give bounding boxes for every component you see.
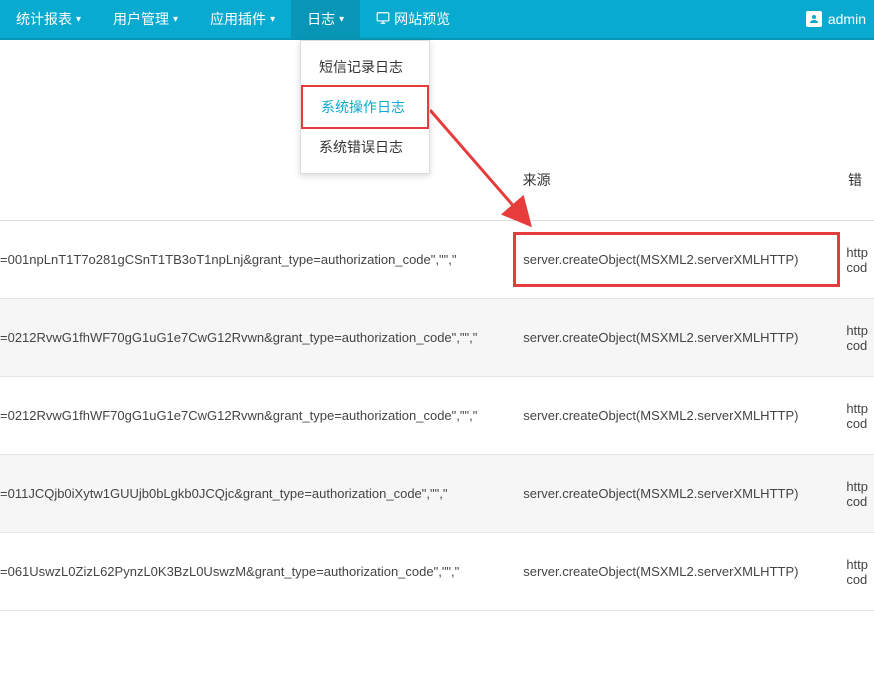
top-navbar: 统计报表 ▾ 用户管理 ▾ 应用插件 ▾ 日志 ▾ 网站预览 admin bbox=[0, 0, 874, 40]
dropdown-system-error-log[interactable]: 系统错误日志 bbox=[301, 127, 429, 167]
nav-site-preview[interactable]: 网站预览 bbox=[360, 0, 466, 39]
nav-logs[interactable]: 日志 ▾ bbox=[291, 0, 360, 39]
caret-down-icon: ▾ bbox=[339, 14, 344, 25]
table-row: =0212RvwG1fhWF70gG1uG1e7CwG12Rvwn&grant_… bbox=[0, 299, 874, 377]
cell-source: server.createObject(MSXML2.serverXMLHTTP… bbox=[513, 232, 840, 287]
cell-request: =0212RvwG1fhWF70gG1uG1e7CwG12Rvwn&grant_… bbox=[0, 310, 513, 365]
table-header-source: 来源 bbox=[511, 140, 836, 220]
cell-source: server.createObject(MSXML2.serverXMLHTTP… bbox=[513, 310, 840, 365]
caret-down-icon: ▾ bbox=[270, 14, 275, 25]
caret-down-icon: ▾ bbox=[173, 14, 178, 25]
cell-error: http cod bbox=[840, 537, 874, 607]
nav-label: 统计报表 bbox=[16, 9, 72, 29]
table-row: =061UswzL0ZizL62PynzL0K3BzL0UswzM&grant_… bbox=[0, 533, 874, 611]
table-row: =0212RvwG1fhWF70gG1uG1e7CwG12Rvwn&grant_… bbox=[0, 377, 874, 455]
table-row: =011JCQjb0iXytw1GUUjb0bLgkb0JCQjc&grant_… bbox=[0, 455, 874, 533]
nav-label: 用户管理 bbox=[113, 9, 169, 29]
monitor-icon bbox=[376, 11, 390, 28]
cell-error: http cod bbox=[840, 381, 874, 451]
dropdown-system-operation-log[interactable]: 系统操作日志 bbox=[301, 85, 429, 129]
log-table: 来源 错 =001npLnT1T7o281gCSnT1TB3oT1npLnj&g… bbox=[0, 140, 874, 611]
cell-source: server.createObject(MSXML2.serverXMLHTTP… bbox=[513, 466, 840, 521]
cell-source: server.createObject(MSXML2.serverXMLHTTP… bbox=[513, 544, 840, 599]
cell-request: =061UswzL0ZizL62PynzL0K3BzL0UswzM&grant_… bbox=[0, 544, 513, 599]
user-label: admin bbox=[828, 11, 866, 27]
nav-user-menu[interactable]: admin bbox=[798, 0, 874, 39]
cell-request: =011JCQjb0iXytw1GUUjb0bLgkb0JCQjc&grant_… bbox=[0, 466, 513, 521]
nav-user-management[interactable]: 用户管理 ▾ bbox=[97, 0, 194, 39]
table-header-error: 错 bbox=[836, 140, 874, 220]
user-icon bbox=[806, 11, 822, 27]
cell-source: server.createObject(MSXML2.serverXMLHTTP… bbox=[513, 388, 840, 443]
table-header-row: 来源 错 bbox=[0, 140, 874, 221]
caret-down-icon: ▾ bbox=[76, 14, 81, 25]
cell-error: http cod bbox=[840, 459, 874, 529]
nav-label: 应用插件 bbox=[210, 9, 266, 29]
logs-dropdown: 短信记录日志 系统操作日志 系统错误日志 bbox=[300, 40, 430, 174]
table-header-col1 bbox=[0, 140, 511, 220]
preview-label: 网站预览 bbox=[394, 9, 450, 29]
nav-plugins[interactable]: 应用插件 ▾ bbox=[194, 0, 291, 39]
dropdown-sms-log[interactable]: 短信记录日志 bbox=[301, 47, 429, 87]
nav-statistics[interactable]: 统计报表 ▾ bbox=[0, 0, 97, 39]
table-row: =001npLnT1T7o281gCSnT1TB3oT1npLnj&grant_… bbox=[0, 221, 874, 299]
cell-error: http cod bbox=[840, 225, 874, 295]
cell-request: =0212RvwG1fhWF70gG1uG1e7CwG12Rvwn&grant_… bbox=[0, 388, 513, 443]
cell-request: =001npLnT1T7o281gCSnT1TB3oT1npLnj&grant_… bbox=[0, 232, 513, 287]
nav-label: 日志 bbox=[307, 9, 335, 29]
cell-error: http cod bbox=[840, 303, 874, 373]
